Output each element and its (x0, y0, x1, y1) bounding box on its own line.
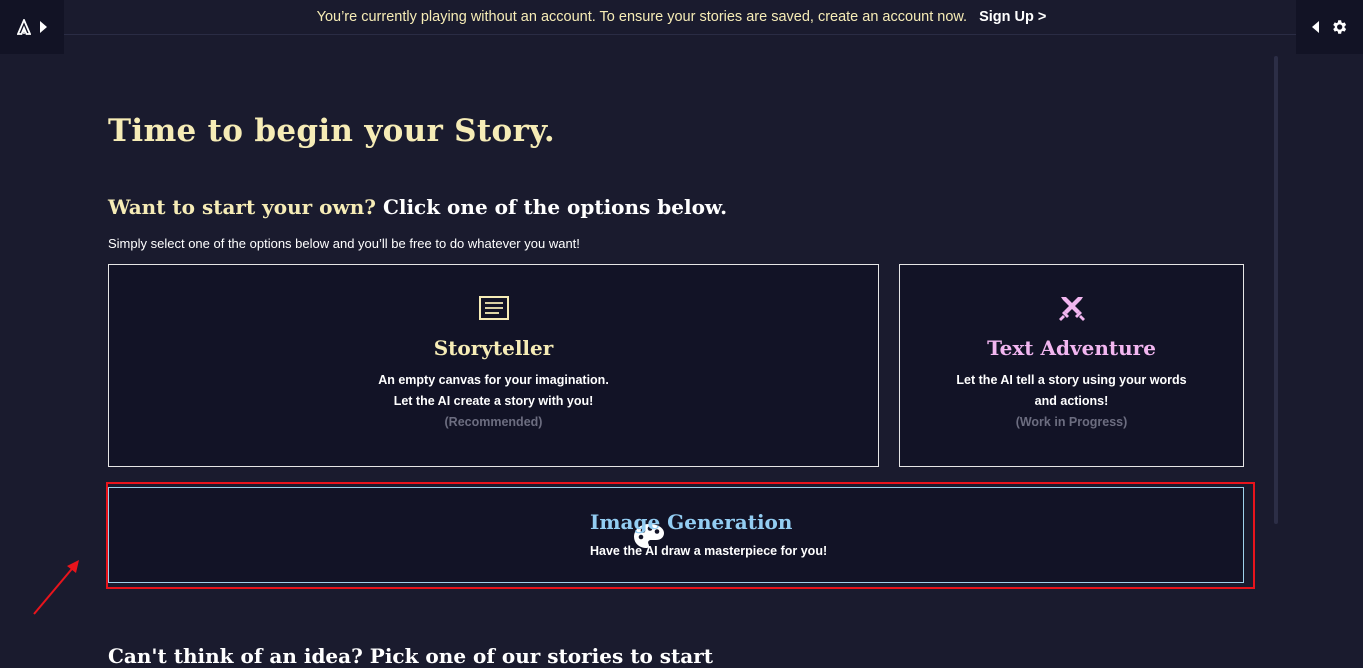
text-adventure-title: Text Adventure (987, 336, 1156, 360)
annotation-arrow (33, 560, 79, 615)
gear-icon[interactable] (1330, 18, 1348, 36)
right-header-controls (1296, 0, 1363, 54)
sign-up-link[interactable]: Sign Up > (979, 9, 1046, 25)
image-generation-card[interactable]: Image Generation Have the AI draw a mast… (108, 487, 1244, 583)
text-adventure-line-1: Let the AI tell a story using your words (956, 373, 1187, 387)
section-description: Simply select one of the options below a… (108, 236, 580, 251)
image-generation-title: Image Generation (590, 510, 793, 534)
chevron-right-icon[interactable] (39, 21, 47, 33)
text-adventure-note: (Work in Progress) (1015, 415, 1128, 429)
account-banner: You’re currently playing without an acco… (0, 0, 1363, 35)
section-heading-highlight: Want to start your own? (108, 195, 376, 219)
text-adventure-description: Let the AI tell a story using your words… (956, 370, 1186, 433)
notes-icon (478, 293, 509, 323)
left-header-controls (0, 0, 64, 54)
storyteller-line-2: Let the AI create a story with you! (393, 394, 594, 408)
storyteller-card[interactable]: Storyteller An empty canvas for your ima… (108, 264, 879, 467)
section-heading-rest: Click one of the options below. (375, 195, 728, 219)
text-adventure-line-2: and actions! (1034, 394, 1109, 408)
logo-icon[interactable] (17, 19, 31, 35)
image-generation-description: Have the AI draw a masterpiece for you! (590, 544, 828, 558)
crossed-swords-icon (1058, 293, 1086, 323)
text-adventure-card[interactable]: Text Adventure Let the AI tell a story u… (899, 264, 1244, 467)
storyteller-description: An empty canvas for your imagination. Le… (378, 370, 609, 433)
chevron-left-icon[interactable] (1311, 21, 1320, 33)
storyteller-title: Storyteller (433, 336, 554, 360)
section-heading: Want to start your own? Click one of the… (108, 195, 727, 219)
banner-message: You’re currently playing without an acco… (316, 9, 968, 25)
storyteller-note: (Recommended) (444, 415, 543, 429)
storyteller-line-1: An empty canvas for your imagination. (378, 373, 609, 387)
page-title: Time to begin your Story. (108, 113, 555, 149)
scrollbar[interactable] (1274, 56, 1278, 524)
next-section-heading: Can't think of an idea? Pick one of our … (108, 644, 713, 668)
banner-divider (64, 34, 1296, 35)
